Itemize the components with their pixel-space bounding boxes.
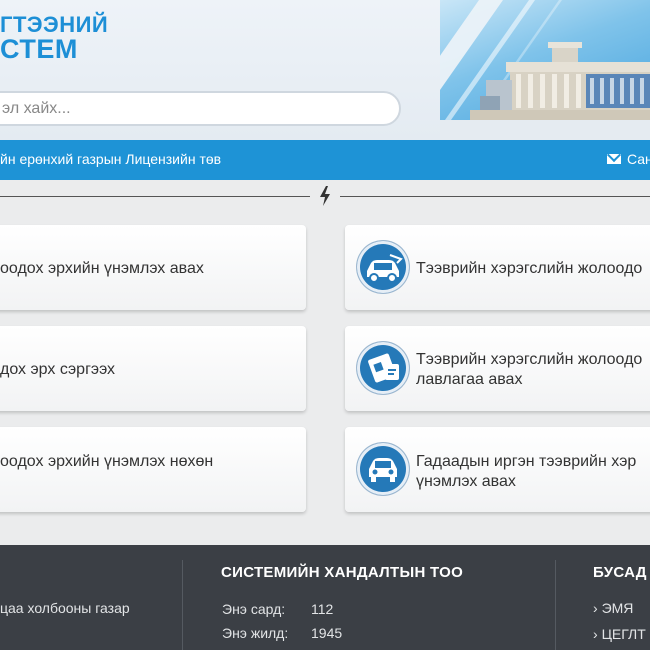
stats-year-value: 1945 [311, 625, 343, 641]
car-service-icon [357, 241, 409, 293]
stats-month-value: 112 [311, 601, 334, 617]
service-label-line-2: лавлагаа авах [416, 371, 523, 388]
service-label-line-1: Гадаадын иргэн тээврийн хэр [416, 453, 637, 470]
service-label: дох эрх сэргээх [0, 361, 116, 378]
divider-right [340, 196, 650, 197]
footer-separator [555, 560, 556, 650]
car-front-icon [357, 443, 409, 495]
service-label-line-2: үнэмлэх авах [416, 473, 516, 490]
service-label: оодох эрхийн үнэмлэх авах [0, 260, 204, 277]
search-box [0, 91, 401, 126]
chevron-right-icon: › [593, 600, 598, 616]
chevron-right-icon: › [593, 626, 598, 642]
footer-left-text: цаа холбооны газар [0, 600, 130, 616]
government-building-illustration [440, 0, 650, 140]
footer-link-emya[interactable]: › ЭМЯ [593, 600, 633, 616]
contact-link[interactable]: Сан [607, 151, 650, 167]
stats-month-label: Энэ сард: [222, 601, 286, 617]
service-card-foreigner-license[interactable]: Гадаадын иргэн тээврийн хэр үнэмлэх авах [345, 427, 650, 512]
site-header: ГТЭЭНИЙ СТЕМ [0, 0, 650, 140]
divider-left [0, 196, 310, 197]
service-card-driver-reference[interactable]: Тээврийн хэрэгслийн жолоодо лавлагаа ава… [345, 326, 650, 411]
footer-link-label: ЦЕГЛТ [601, 626, 646, 642]
logo-line-1: ГТЭЭНИЙ [0, 12, 109, 37]
stats-year-label: Энэ жилд: [222, 625, 289, 641]
footer-separator [182, 560, 183, 650]
service-card-license-replace[interactable]: оодох эрхийн үнэмлэх нөхөн [0, 427, 306, 512]
lightning-icon [320, 186, 330, 206]
service-card-vehicle-driver[interactable]: Тээврийн хэрэгслийн жолоодо [345, 225, 650, 310]
service-label: Тээврийн хэрэгслийн жолоодо [416, 260, 643, 277]
footer-link-label: ЭМЯ [601, 600, 634, 616]
service-card-license-restore[interactable]: дох эрх сэргээх [0, 326, 306, 411]
organization-title: йн ерөнхий газрын Лицензийн төв [0, 151, 222, 167]
site-logo[interactable]: ГТЭЭНИЙ СТЕМ [0, 14, 108, 63]
service-label-line-1: Тээврийн хэрэгслийн жолоодо [416, 351, 643, 368]
envelope-icon [607, 154, 621, 164]
contact-label: Сан [627, 151, 650, 167]
footer-link-tseglt[interactable]: › ЦЕГЛТ [593, 626, 646, 642]
service-card-license-get[interactable]: оодох эрхийн үнэмлэх авах [0, 225, 306, 310]
search-input[interactable] [0, 93, 399, 124]
service-label: оодох эрхийн үнэмлэх нөхөн [0, 453, 214, 470]
organization-bar: йн ерөнхий газрын Лицензийн төв Сан [0, 140, 650, 180]
license-document-icon [357, 342, 409, 394]
logo-line-2: СТЕМ [0, 34, 78, 64]
other-heading: БУСАД [593, 564, 647, 581]
site-footer: цаа холбооны газар СИСТЕМИЙН ХАНДАЛТЫН Т… [0, 545, 650, 650]
stats-heading: СИСТЕМИЙН ХАНДАЛТЫН ТОО [221, 564, 464, 581]
